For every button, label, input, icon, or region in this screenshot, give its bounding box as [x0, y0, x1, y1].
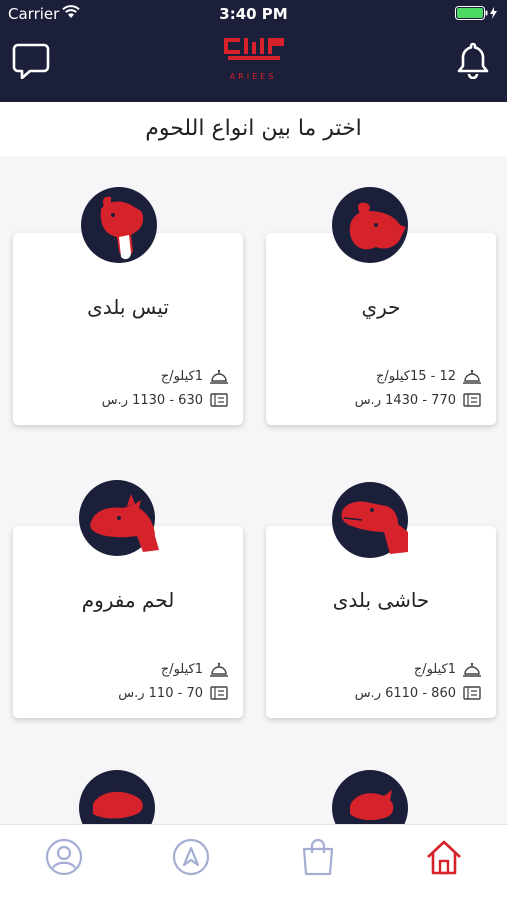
product-weight: 1كيلو/ج [160, 661, 203, 677]
status-time: 3:40 PM [219, 5, 288, 23]
battery-icon [455, 6, 497, 20]
product-price: 860 - 6110 ر.س [354, 685, 456, 701]
product-price: 630 - 1130 ر.س [101, 392, 203, 408]
camel-head-icon [341, 501, 408, 554]
products-grid: حري 12 - 15كيلو/ج 770 - 1430 ر.س تيس بلد… [0, 156, 507, 824]
shopping-bag-icon[interactable] [298, 837, 338, 877]
app-header: Carrier 3:40 PM ARIEES [0, 0, 507, 102]
price-row: 770 - 1430 ر.س [355, 390, 482, 410]
chat-icon[interactable] [12, 41, 50, 79]
page-subtitle: اختر ما بين انواع اللحوم [145, 116, 362, 141]
weight-row: 1كيلو/ج [161, 659, 229, 679]
price-row: 630 - 1130 ر.س [102, 390, 229, 410]
price-tag-icon [210, 686, 228, 700]
meat-icon [93, 791, 143, 819]
price-row: 70 - 110 ر.س [118, 683, 229, 703]
app-logo: ARIEES [214, 36, 292, 84]
serving-dish-icon [463, 369, 481, 384]
weight-row: 1كيلو/ج [414, 659, 482, 679]
bottom-tab-bar [0, 824, 507, 900]
subtitle-bar: اختر ما بين انواع اللحوم [0, 102, 507, 156]
weight-row: 12 - 15كيلو/ج [376, 366, 482, 386]
status-bar: Carrier 3:40 PM [0, 0, 507, 28]
product-name: لحم مفروم [81, 588, 175, 612]
user-icon[interactable] [44, 837, 84, 877]
compass-icon[interactable] [171, 837, 211, 877]
product-weight: 12 - 15كيلو/ج [376, 368, 456, 384]
cow-head-icon [90, 494, 159, 552]
serving-dish-icon [463, 662, 481, 677]
serving-dish-icon [210, 369, 228, 384]
product-price: 70 - 110 ر.س [118, 685, 203, 701]
product-card[interactable]: تيس بلدى 1كيلو/ج 630 - 1130 ر.س [13, 187, 243, 425]
logo-mark [224, 38, 284, 60]
product-weight: 1كيلو/ج [413, 661, 456, 677]
weight-row: 1كيلو/ج [161, 366, 229, 386]
price-tag-icon [463, 686, 481, 700]
serving-dish-icon [210, 662, 228, 677]
goat-head-icon [100, 196, 144, 260]
product-card[interactable]: حاشى بلدى 1كيلو/ج 860 - 6110 ر.س [266, 482, 496, 718]
price-tag-icon [463, 393, 481, 407]
product-image [332, 770, 408, 824]
product-card[interactable]: لحم مفروم 1كيلو/ج 70 - 110 ر.س [13, 480, 243, 718]
product-image [79, 770, 155, 824]
home-icon[interactable] [424, 837, 464, 877]
product-name: تيس بلدى [87, 295, 169, 319]
product-image [79, 480, 159, 556]
product-weight: 1كيلو/ج [160, 368, 203, 384]
animal-head-icon [350, 790, 394, 821]
price-row: 860 - 6110 ر.س [355, 683, 482, 703]
product-price: 770 - 1430 ر.س [354, 392, 456, 408]
product-image [332, 187, 408, 263]
product-name: حاشى بلدى [332, 588, 430, 612]
product-image [332, 482, 408, 558]
bell-icon[interactable] [454, 41, 492, 79]
price-tag-icon [210, 393, 228, 407]
sheep-head-icon [349, 202, 406, 250]
product-card[interactable]: حري 12 - 15كيلو/ج 770 - 1430 ر.س [266, 187, 496, 425]
product-image [81, 187, 157, 263]
logo-wordmark: ARIEES [229, 72, 277, 81]
product-name: حري [361, 295, 401, 319]
